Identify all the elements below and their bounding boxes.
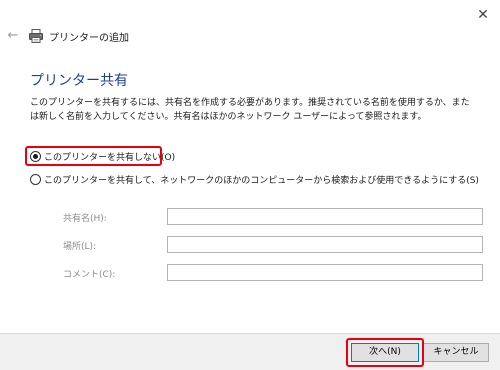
- close-icon[interactable]: ✕: [472, 4, 494, 26]
- share-name-input[interactable]: [167, 208, 483, 225]
- share-name-label: 共有名(H):: [63, 214, 107, 224]
- comment-label: コメント(C):: [63, 270, 116, 280]
- comment-input[interactable]: [167, 264, 483, 281]
- highlight-box-do-not-share: [25, 146, 162, 166]
- printer-icon: [29, 29, 43, 43]
- cancel-button[interactable]: キャンセル: [423, 343, 489, 362]
- description-text: このプリンターを共有するには、共有名を作成する必要があります。推奨されている名前…: [30, 98, 470, 122]
- add-printer-window: ✕ ← プリンターの追加 プリンター共有 このプリンターを共有するには、共有名を…: [0, 0, 500, 370]
- radio-share-printer-label: このプリンターを共有して、ネットワークのほかのコンピューターから検索および使用で…: [44, 175, 479, 186]
- highlight-box-next: [346, 338, 424, 367]
- radio-button-unchecked[interactable]: [30, 173, 41, 185]
- back-arrow-icon[interactable]: ←: [4, 26, 22, 46]
- radio-share-printer[interactable]: このプリンターを共有して、ネットワークのほかのコンピューターから検索および使用で…: [30, 171, 479, 187]
- page-heading: プリンター共有: [30, 73, 128, 89]
- window-title: プリンターの追加: [49, 33, 129, 44]
- location-label: 場所(L):: [63, 242, 97, 252]
- location-input[interactable]: [167, 236, 483, 253]
